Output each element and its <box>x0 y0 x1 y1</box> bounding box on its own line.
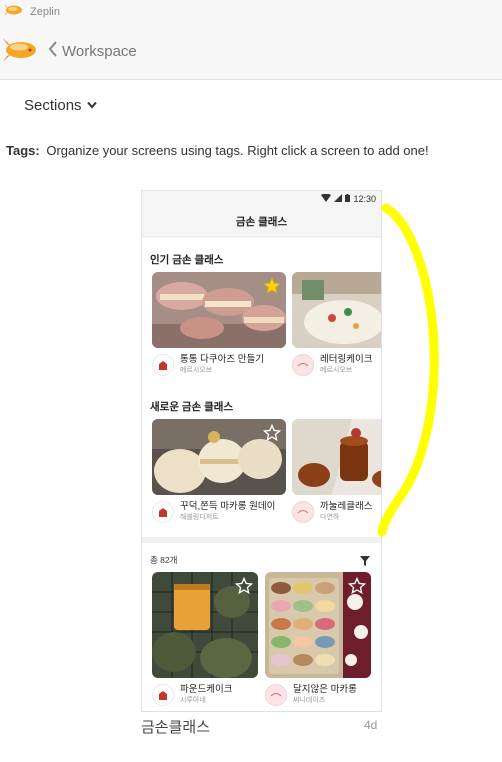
sections-dropdown[interactable]: Sections <box>24 96 97 114</box>
screen-thumbnail[interactable]: 12:30 금손 클래스 인기 금손 클래스 통통 다쿠아즈 만들기 메르시오브… <box>141 190 382 712</box>
favorite-star-outline-icon[interactable] <box>234 576 254 595</box>
tags-hint: Tags: Organize your screens using tags. … <box>6 143 429 158</box>
popular-class-card[interactable]: 레터링케이크 메르시오브 <box>292 272 381 376</box>
section-divider <box>142 537 381 543</box>
chevron-left-icon <box>48 41 58 62</box>
sections-label: Sections <box>24 96 82 114</box>
battery-icon <box>345 194 351 204</box>
class-photo <box>152 419 286 495</box>
new-class-card[interactable]: 꾸덕,쫀득 마카롱 원데이 해블링디저트 <box>152 419 286 523</box>
status-time: 12:30 <box>353 194 376 204</box>
class-photo <box>265 572 371 678</box>
shop-logo <box>292 354 314 376</box>
chevron-down-icon <box>86 96 97 114</box>
status-bar: 12:30 <box>142 191 381 207</box>
new-section-title: 새로운 금손 클래스 <box>150 401 234 413</box>
class-title: 파운드케이크 <box>180 684 233 695</box>
favorite-star-outline-icon[interactable] <box>347 576 367 595</box>
tags-text: Organize your screens using tags. Right … <box>46 143 429 158</box>
zeplin-logo-icon <box>4 3 24 22</box>
class-photo <box>152 272 286 348</box>
total-count: 총 82개 <box>150 555 178 565</box>
class-title: 레터링케이크 <box>320 354 373 365</box>
shop-name: 써니데이즈 <box>293 697 326 704</box>
tags-label: Tags: <box>6 143 40 158</box>
shop-logo <box>265 684 287 706</box>
class-title: 까눌레클래스 <box>320 501 373 512</box>
zeplin-logo-icon[interactable] <box>2 34 40 69</box>
app-title: Zeplin <box>30 6 60 18</box>
shop-name: 다연하 <box>320 514 340 521</box>
back-link-label: Workspace <box>62 43 137 60</box>
class-title: 통통 다쿠아즈 만들기 <box>180 354 264 365</box>
yellow-annotation-stroke <box>377 200 448 555</box>
title-bar: Zeplin <box>0 0 502 24</box>
wifi-icon <box>321 193 332 204</box>
class-grid-card[interactable]: 달지않은 마카롱 써니데이즈 <box>265 572 371 706</box>
shop-name: 시루아네 <box>180 697 206 704</box>
class-photo <box>152 572 258 678</box>
favorite-star-outline-icon[interactable] <box>262 423 282 442</box>
class-title: 꾸덕,쫀득 마카롱 원데이 <box>180 501 276 512</box>
popular-section-title: 인기 금손 클래스 <box>150 254 224 266</box>
class-title: 달지않은 마카롱 <box>293 684 357 695</box>
app-bar-title: 금손 클래스 <box>142 207 381 237</box>
screen-age: 4d <box>364 718 378 732</box>
class-photo <box>292 272 381 348</box>
class-photo <box>292 419 381 495</box>
shop-logo <box>152 354 174 376</box>
signal-icon <box>334 194 343 204</box>
new-class-card[interactable]: 까눌레클래스 다연하 <box>292 419 381 523</box>
shop-name: 메르시오브 <box>320 367 353 374</box>
shop-name: 메르시오브 <box>180 367 213 374</box>
top-nav: Workspace <box>0 24 502 80</box>
favorite-star-filled-icon[interactable] <box>263 277 281 295</box>
class-grid-card[interactable]: 파운드케이크 시루아네 <box>152 572 258 706</box>
screen-name[interactable]: 금손클래스 <box>141 716 210 737</box>
back-to-workspace-link[interactable]: Workspace <box>48 41 137 62</box>
shop-logo <box>152 501 174 523</box>
popular-class-card[interactable]: 통통 다쿠아즈 만들기 메르시오브 <box>152 272 286 376</box>
filter-icon[interactable] <box>360 553 370 566</box>
shop-logo <box>292 501 314 523</box>
shop-name: 해블링디저트 <box>180 514 219 521</box>
shop-logo <box>152 684 174 706</box>
